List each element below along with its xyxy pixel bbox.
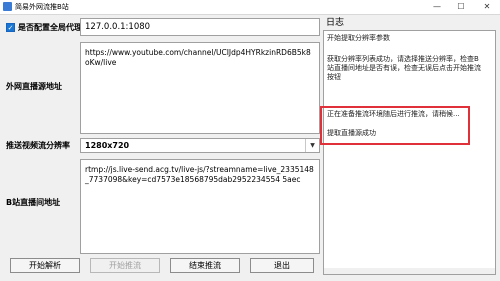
log-scrollbar[interactable] xyxy=(324,268,495,274)
highlight-box xyxy=(320,106,470,145)
title-bar: 简易外网流推B站 — ☐ ✕ xyxy=(0,0,500,15)
source-label: 外网直播源地址 xyxy=(6,82,62,91)
exit-button[interactable]: 退出 xyxy=(250,258,314,273)
start-parse-button[interactable]: 开始解析 xyxy=(10,258,80,273)
proxy-input[interactable]: 127.0.0.1:1080 xyxy=(80,18,320,36)
resolution-select[interactable]: 1280x720 ▼ xyxy=(80,138,320,153)
window-title: 简易外网流推B站 xyxy=(15,3,69,11)
log-line: 获取分辨率列表成功，请选择推送分辨率，检查B xyxy=(327,55,479,63)
main-panel: ✓ 是否配置全局代理 127.0.0.1:1080 外网直播源地址 https:… xyxy=(0,15,500,281)
log-line: 按钮 xyxy=(327,73,341,81)
log-line: 开始提取分辨率参数 xyxy=(327,34,390,42)
minimize-button[interactable]: — xyxy=(426,0,448,14)
log-textarea[interactable]: 开始提取分辨率参数 获取分辨率列表成功，请选择推送分辨率，检查B 站直播间地址是… xyxy=(323,30,496,275)
bilibili-label: B站直播间地址 xyxy=(6,198,61,207)
app-icon xyxy=(3,2,12,11)
resolution-value: 1280x720 xyxy=(85,141,130,150)
start-push-button[interactable]: 开始推流 xyxy=(90,258,160,273)
close-button[interactable]: ✕ xyxy=(474,0,500,14)
resolution-label: 推送视频流分辨率 xyxy=(6,141,70,150)
proxy-label: 是否配置全局代理 xyxy=(18,23,82,32)
log-title: 日志 xyxy=(326,18,345,28)
source-url-input[interactable]: https://www.youtube.com/channel/UCIJdp4H… xyxy=(80,42,320,134)
chevron-down-icon[interactable]: ▼ xyxy=(305,139,319,152)
maximize-button[interactable]: ☐ xyxy=(450,0,472,14)
bilibili-url-input[interactable]: rtmp://js.live-send.acg.tv/live-js/?stre… xyxy=(80,159,320,254)
log-line: 站直播间地址是否有误，检查无误后点击开始推流 xyxy=(327,64,481,72)
proxy-checkbox[interactable]: ✓ xyxy=(6,23,15,32)
stop-push-button[interactable]: 结束推流 xyxy=(170,258,240,273)
